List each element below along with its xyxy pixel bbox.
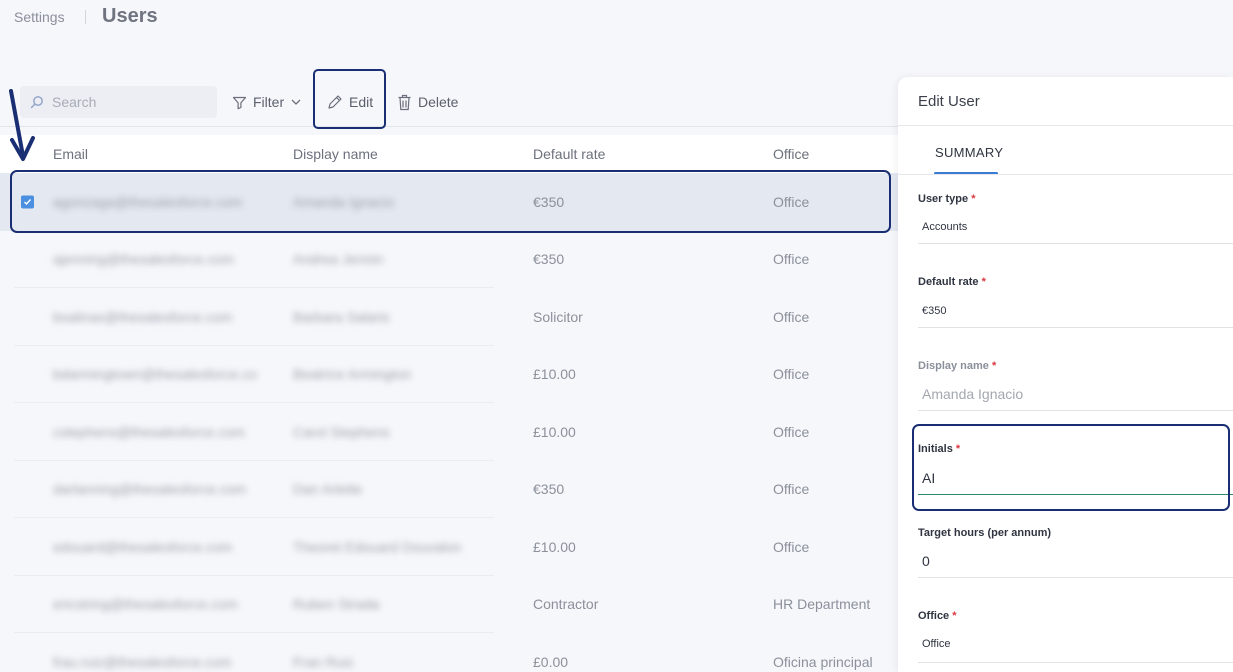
cell-display-name: Ruben Strada bbox=[293, 596, 380, 613]
cell-default-rate: £10.00 bbox=[533, 423, 576, 440]
table-row[interactable]: cstephens@thesalesforce.com Carol Stephe… bbox=[0, 403, 898, 461]
search-icon bbox=[30, 96, 43, 109]
filter-button[interactable]: Filter bbox=[232, 88, 302, 116]
row-checkbox[interactable] bbox=[21, 195, 34, 209]
cell-office: Office bbox=[773, 538, 810, 555]
cell-display-name: Carol Stephens bbox=[293, 423, 390, 440]
table-row[interactable]: agonzaga@thesalesforce.com Amanda Ignaci… bbox=[0, 173, 898, 231]
field-underline bbox=[918, 577, 1233, 578]
delete-button[interactable]: Delete bbox=[397, 88, 458, 116]
field-underline bbox=[918, 327, 1233, 328]
table-header: Email Display name Default rate Office bbox=[0, 135, 898, 173]
toolbar: Filter Edit Delete bbox=[0, 80, 900, 126]
cell-email: agonzaga@thesalesforce.com bbox=[53, 193, 243, 210]
office-label: Office * bbox=[918, 610, 957, 622]
cell-default-rate: Contractor bbox=[533, 596, 599, 613]
table-row[interactable]: ajenning@thesalesforce.com Andrea Jennin… bbox=[0, 231, 898, 288]
cell-email: ajenning@thesalesforce.com bbox=[53, 251, 234, 268]
user-type-label: User type * bbox=[918, 193, 976, 205]
cell-email: darlanning@thesalesforce.com bbox=[53, 481, 247, 498]
field-underline bbox=[918, 662, 1233, 663]
column-header-default-rate[interactable]: Default rate bbox=[533, 146, 605, 162]
cell-email: edouard@thesalesforce.com bbox=[53, 538, 233, 555]
search-box[interactable] bbox=[20, 86, 217, 118]
cell-default-rate: £10.00 bbox=[533, 538, 576, 555]
edit-user-panel: Edit User SUMMARY User type * Accounts D… bbox=[898, 77, 1233, 672]
cell-office: HR Department bbox=[773, 596, 871, 613]
cell-display-name: Andrea Jennin bbox=[293, 251, 384, 268]
cell-office: Office bbox=[773, 481, 810, 498]
panel-header-divider bbox=[898, 125, 1233, 126]
cell-email: bdarmingtown@thesalesforce.co bbox=[53, 366, 258, 383]
cell-display-name: Beatrice Armington bbox=[293, 366, 412, 383]
cell-default-rate: Solicitor bbox=[533, 308, 583, 325]
cell-email: cstephens@thesalesforce.com bbox=[53, 423, 245, 440]
table-row[interactable]: ericstring@thesalesforce.com Ruben Strad… bbox=[0, 576, 898, 633]
page-header: Settings Users bbox=[0, 0, 900, 40]
table-row[interactable]: bdarmingtown@thesalesforce.co Beatrice A… bbox=[0, 346, 898, 403]
filter-label: Filter bbox=[253, 94, 285, 110]
cell-office: Office bbox=[773, 366, 810, 383]
default-rate-select[interactable]: €350 bbox=[922, 305, 946, 317]
column-header-email[interactable]: Email bbox=[53, 146, 88, 162]
page-title: Users bbox=[102, 5, 158, 27]
cell-default-rate: €350 bbox=[533, 481, 565, 498]
tab-summary[interactable]: SUMMARY bbox=[935, 145, 1003, 160]
cell-email: bsalinas@thesalesforce.com bbox=[53, 308, 233, 325]
edit-label: Edit bbox=[349, 94, 374, 110]
field-underline bbox=[918, 243, 1233, 244]
cell-default-rate: €350 bbox=[533, 193, 565, 210]
cell-display-name: Theoret Edouard Douvalon bbox=[293, 538, 462, 555]
table-row[interactable]: darlanning@thesalesforce.com Dan Arlette… bbox=[0, 461, 898, 518]
display-name-field: Amanda Ignacio bbox=[922, 386, 1024, 402]
edit-button[interactable]: Edit bbox=[326, 88, 373, 116]
cell-display-name: Dan Arlette bbox=[293, 481, 363, 498]
target-hours-label: Target hours (per annum) bbox=[918, 527, 1052, 539]
chevron-down-icon bbox=[291, 99, 301, 105]
toolbar-divider bbox=[0, 126, 900, 127]
cell-display-name: Barbara Salaris bbox=[293, 308, 390, 325]
checkmark-icon bbox=[24, 198, 32, 205]
users-table: Email Display name Default rate Office a… bbox=[0, 135, 898, 672]
default-rate-label: Default rate * bbox=[918, 276, 986, 288]
delete-label: Delete bbox=[418, 94, 459, 110]
tabs-divider bbox=[898, 174, 1233, 175]
trash-icon bbox=[398, 94, 411, 110]
table-row[interactable]: frau.ruiz@thesalesforce.com Fran Ruiz £0… bbox=[0, 633, 898, 672]
cell-office: Oficina principal bbox=[773, 653, 873, 670]
user-type-select[interactable]: Accounts bbox=[922, 221, 967, 233]
cell-display-name: Fran Ruiz bbox=[293, 653, 354, 670]
cell-email: frau.ruiz@thesalesforce.com bbox=[53, 653, 232, 670]
table-row[interactable]: bsalinas@thesalesforce.com Barbara Salar… bbox=[0, 288, 898, 346]
cell-default-rate: £10.00 bbox=[533, 366, 576, 383]
table-row[interactable]: edouard@thesalesforce.com Theoret Edouar… bbox=[0, 518, 898, 576]
initials-field[interactable]: AI bbox=[922, 470, 935, 486]
breadcrumb-settings[interactable]: Settings bbox=[14, 9, 65, 25]
display-name-label: Display name * bbox=[918, 360, 997, 372]
field-underline bbox=[918, 410, 1233, 411]
column-header-display-name[interactable]: Display name bbox=[293, 146, 378, 162]
cell-office: Office bbox=[773, 251, 810, 268]
column-header-office[interactable]: Office bbox=[773, 146, 809, 162]
cell-display-name: Amanda Ignacio bbox=[293, 193, 395, 210]
initials-label: Initials * bbox=[918, 443, 961, 455]
cell-default-rate: €350 bbox=[533, 251, 565, 268]
cell-office: Office bbox=[773, 308, 810, 325]
search-input[interactable] bbox=[52, 86, 212, 118]
panel-title: Edit User bbox=[918, 93, 980, 110]
cell-email: ericstring@thesalesforce.com bbox=[53, 596, 238, 613]
cell-office: Office bbox=[773, 193, 810, 210]
filter-icon bbox=[232, 96, 247, 109]
cell-office: Office bbox=[773, 423, 810, 440]
field-underline-active bbox=[918, 494, 1233, 495]
pencil-icon bbox=[328, 94, 342, 109]
cell-default-rate: £0.00 bbox=[533, 653, 569, 670]
office-select[interactable]: Office bbox=[922, 638, 951, 650]
breadcrumb-divider bbox=[85, 10, 86, 24]
target-hours-field[interactable]: 0 bbox=[922, 553, 930, 569]
